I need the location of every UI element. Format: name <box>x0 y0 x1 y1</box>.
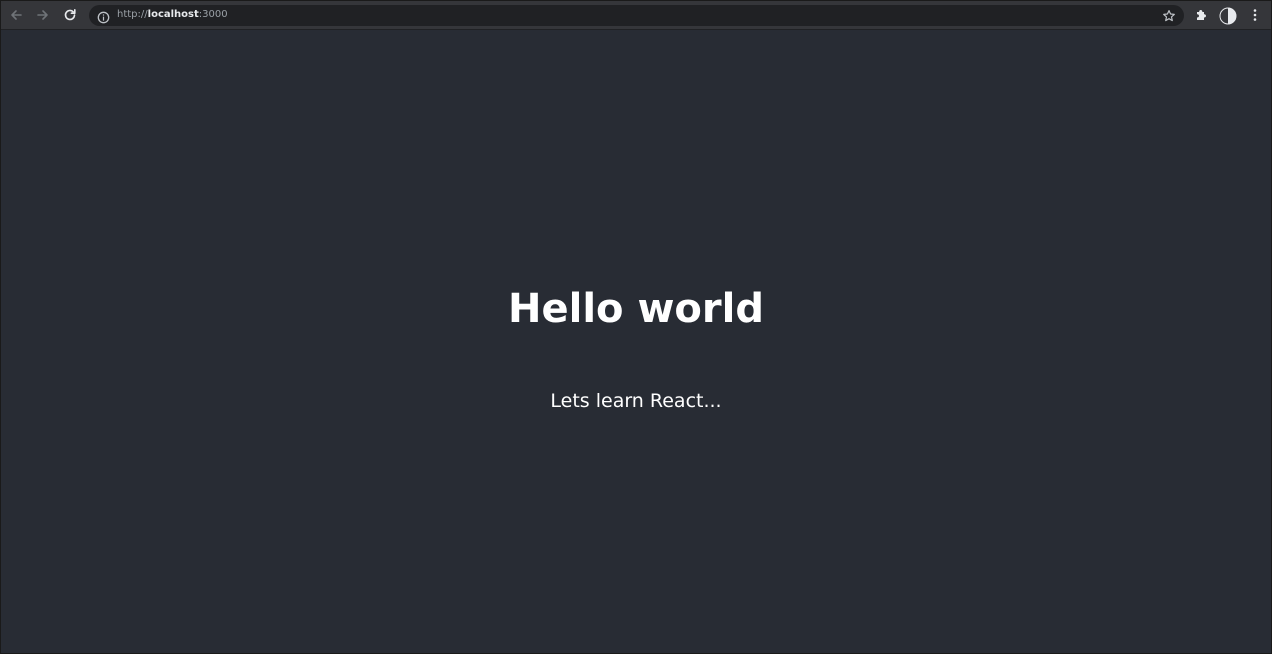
star-icon[interactable] <box>1162 8 1176 22</box>
page-heading: Hello world <box>508 286 764 332</box>
arrow-right-icon <box>36 8 50 22</box>
arrow-left-icon <box>9 8 23 22</box>
browser-toolbar: http://localhost:3000 <box>1 1 1271 30</box>
contrast-icon[interactable] <box>1219 7 1237 25</box>
page-content: Hello world Lets learn React... <box>1 30 1271 653</box>
reload-button[interactable] <box>61 6 79 24</box>
forward-button[interactable] <box>34 6 52 24</box>
reload-icon <box>63 8 77 22</box>
puzzle-icon[interactable] <box>1193 7 1209 23</box>
url-port: :3000 <box>198 9 228 20</box>
address-bar[interactable]: http://localhost:3000 <box>89 5 1184 26</box>
info-icon[interactable] <box>97 9 110 24</box>
back-button[interactable] <box>7 6 25 24</box>
page-subtitle: Lets learn React... <box>550 390 722 412</box>
kebab-menu-icon[interactable] <box>1247 7 1263 23</box>
browser-window: http://localhost:3000 Hello world Lets l… <box>0 0 1272 654</box>
url-host: localhost <box>147 9 199 20</box>
url-scheme: http:// <box>117 9 148 20</box>
url-text: http://localhost:3000 <box>117 8 228 22</box>
